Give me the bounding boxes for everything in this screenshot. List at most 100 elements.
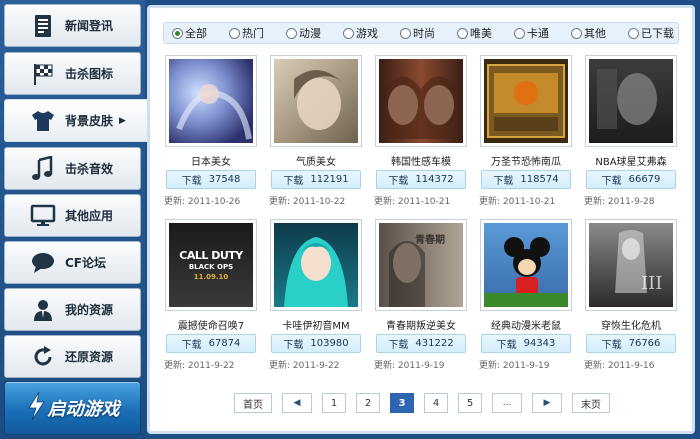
last-page-button[interactable]: 末页 <box>572 393 610 413</box>
download-button[interactable]: 下载 94343 <box>481 334 571 353</box>
sidebar-item-news[interactable]: 新闻登讯 <box>4 4 141 47</box>
download-button[interactable]: 下载 67874 <box>166 334 256 353</box>
skin-card: NBA球星艾弗森 下载 66679 更新: 2011-9-28 <box>581 52 686 216</box>
sidebar: 新闻登讯 击杀图标 背景皮肤 ▶ 击杀音效 其他应用 CF论坛 我的资源 还原资… <box>0 0 150 439</box>
download-count: 94343 <box>523 338 556 349</box>
sidebar-item-label: 背景皮肤 <box>65 114 114 128</box>
sidebar-item-kill-sounds[interactable]: 击杀音效 <box>4 147 141 190</box>
thumbnail[interactable] <box>165 55 257 147</box>
skin-grid: 日本美女 下载 37548 更新: 2011-10-26 气质美女 下载 11219… <box>161 52 686 380</box>
prev-page-button[interactable]: ◀ <box>282 393 312 413</box>
download-count: 114372 <box>415 174 454 185</box>
svg-text:III: III <box>641 273 662 294</box>
thumbnail[interactable]: III <box>585 219 677 311</box>
thumbnail[interactable] <box>480 219 572 311</box>
download-count: 431222 <box>415 338 454 349</box>
skin-title: 万圣节恐怖南瓜 <box>491 157 561 168</box>
update-date: 更新: 2011-10-21 <box>374 197 451 207</box>
filter-anime[interactable]: 动漫 <box>278 25 335 41</box>
page-button-2[interactable]: 2 <box>356 393 380 413</box>
filter-fashion[interactable]: 时尚 <box>392 25 449 41</box>
thumbnail[interactable] <box>375 55 467 147</box>
thumbnail[interactable]: 青春期 <box>375 219 467 311</box>
download-button[interactable]: 下载 118574 <box>481 170 571 189</box>
skin-card: 日本美女 下载 37548 更新: 2011-10-26 <box>161 52 266 216</box>
sidebar-item-cf-forum[interactable]: CF论坛 <box>4 241 141 284</box>
sidebar-item-label: 击杀图标 <box>65 67 114 81</box>
download-count: 67874 <box>208 338 241 349</box>
more-pages-ellipsis[interactable]: ... <box>492 393 522 413</box>
chevron-right-icon: ▶ <box>119 115 126 126</box>
page-button-1[interactable]: 1 <box>322 393 346 413</box>
sidebar-item-label: CF论坛 <box>65 256 107 270</box>
download-button[interactable]: 下载 76766 <box>586 334 676 353</box>
thumbnail[interactable] <box>585 55 677 147</box>
radio-checked-icon[interactable] <box>172 27 183 39</box>
skin-card: 韩国性感车模 下载 114372 更新: 2011-10-21 <box>371 52 476 216</box>
skin-title: 卡哇伊初音MM <box>282 321 350 332</box>
update-date: 更新: 2011-9-19 <box>479 361 550 371</box>
skin-card: 青春期 青春期叛逆美女 下载 431222 更新: 2011-9-19 <box>371 216 476 380</box>
download-button[interactable]: 下载 66679 <box>586 170 676 189</box>
sidebar-item-my-resources[interactable]: 我的资源 <box>4 288 141 331</box>
radio-icon[interactable] <box>514 27 525 39</box>
sidebar-item-label: 我的资源 <box>65 303 114 317</box>
next-page-button[interactable]: ▶ <box>532 393 562 413</box>
sidebar-item-kill-icons[interactable]: 击杀图标 <box>4 52 141 95</box>
download-button[interactable]: 下载 431222 <box>376 334 466 353</box>
content-panel: 全部 热门 动漫 游戏 时尚 唯美 卡通 其他 已下载 日本美女 下载 37548… <box>147 5 695 434</box>
radio-icon[interactable] <box>286 27 297 39</box>
radio-icon[interactable] <box>457 27 468 39</box>
skin-title: NBA球星艾弗森 <box>595 157 667 168</box>
filter-aesthetic[interactable]: 唯美 <box>449 25 506 41</box>
download-count: 112191 <box>310 174 349 185</box>
sidebar-item-skins[interactable]: 背景皮肤 ▶ <box>4 99 150 142</box>
start-game-label: 启动游戏 <box>47 399 120 420</box>
download-button[interactable]: 下载 37548 <box>166 170 256 189</box>
radio-icon[interactable] <box>571 27 582 39</box>
checkered-flag-icon <box>25 58 61 90</box>
radio-icon[interactable] <box>229 27 240 39</box>
skin-card: 经典动漫米老鼠 下载 94343 更新: 2011-9-19 <box>476 216 581 380</box>
radio-icon[interactable] <box>400 27 411 39</box>
sidebar-item-other-apps[interactable]: 其他应用 <box>4 194 141 237</box>
update-date: 更新: 2011-9-28 <box>584 197 655 207</box>
filter-downloaded[interactable]: 已下载 <box>620 25 677 41</box>
tshirt-icon <box>25 105 61 137</box>
sidebar-item-label: 击杀音效 <box>65 162 114 176</box>
filter-hot[interactable]: 热门 <box>221 25 278 41</box>
start-game-button[interactable]: 启动游戏 <box>4 381 141 435</box>
sidebar-item-restore[interactable]: 还原资源 <box>4 335 141 378</box>
radio-icon[interactable] <box>343 27 354 39</box>
page-button-4[interactable]: 4 <box>424 393 448 413</box>
filter-cartoon[interactable]: 卡通 <box>506 25 563 41</box>
music-note-icon <box>25 153 61 185</box>
filter-all[interactable]: 全部 <box>164 25 221 41</box>
user-icon <box>25 294 61 326</box>
thumbnail[interactable] <box>270 219 362 311</box>
download-button[interactable]: 下载 103980 <box>271 334 361 353</box>
thumbnail[interactable] <box>270 55 362 147</box>
thumbnail[interactable]: CALL DUTY BLACK OPS 11.09.10 <box>165 219 257 311</box>
monitor-icon <box>25 200 61 232</box>
document-icon <box>25 10 61 42</box>
skin-card: 万圣节恐怖南瓜 下载 118574 更新: 2011-10-21 <box>476 52 581 216</box>
first-page-button[interactable]: 首页 <box>234 393 272 413</box>
radio-icon[interactable] <box>628 27 639 39</box>
update-date: 更新: 2011-10-26 <box>164 197 241 207</box>
sidebar-item-label: 还原资源 <box>65 350 114 364</box>
download-count: 37548 <box>208 174 241 185</box>
filter-games[interactable]: 游戏 <box>335 25 392 41</box>
download-count: 118574 <box>520 174 559 185</box>
skin-title: 经典动漫米老鼠 <box>491 321 561 332</box>
page-button-3-current[interactable]: 3 <box>390 393 414 413</box>
skin-title: 日本美女 <box>191 157 231 168</box>
speech-bubble-icon <box>25 247 61 279</box>
page-button-5[interactable]: 5 <box>458 393 482 413</box>
update-date: 更新: 2011-9-19 <box>374 361 445 371</box>
download-button[interactable]: 下载 114372 <box>376 170 466 189</box>
download-button[interactable]: 下载 112191 <box>271 170 361 189</box>
update-date: 更新: 2011-9-22 <box>164 361 235 371</box>
thumbnail[interactable] <box>480 55 572 147</box>
filter-other[interactable]: 其他 <box>563 25 620 41</box>
